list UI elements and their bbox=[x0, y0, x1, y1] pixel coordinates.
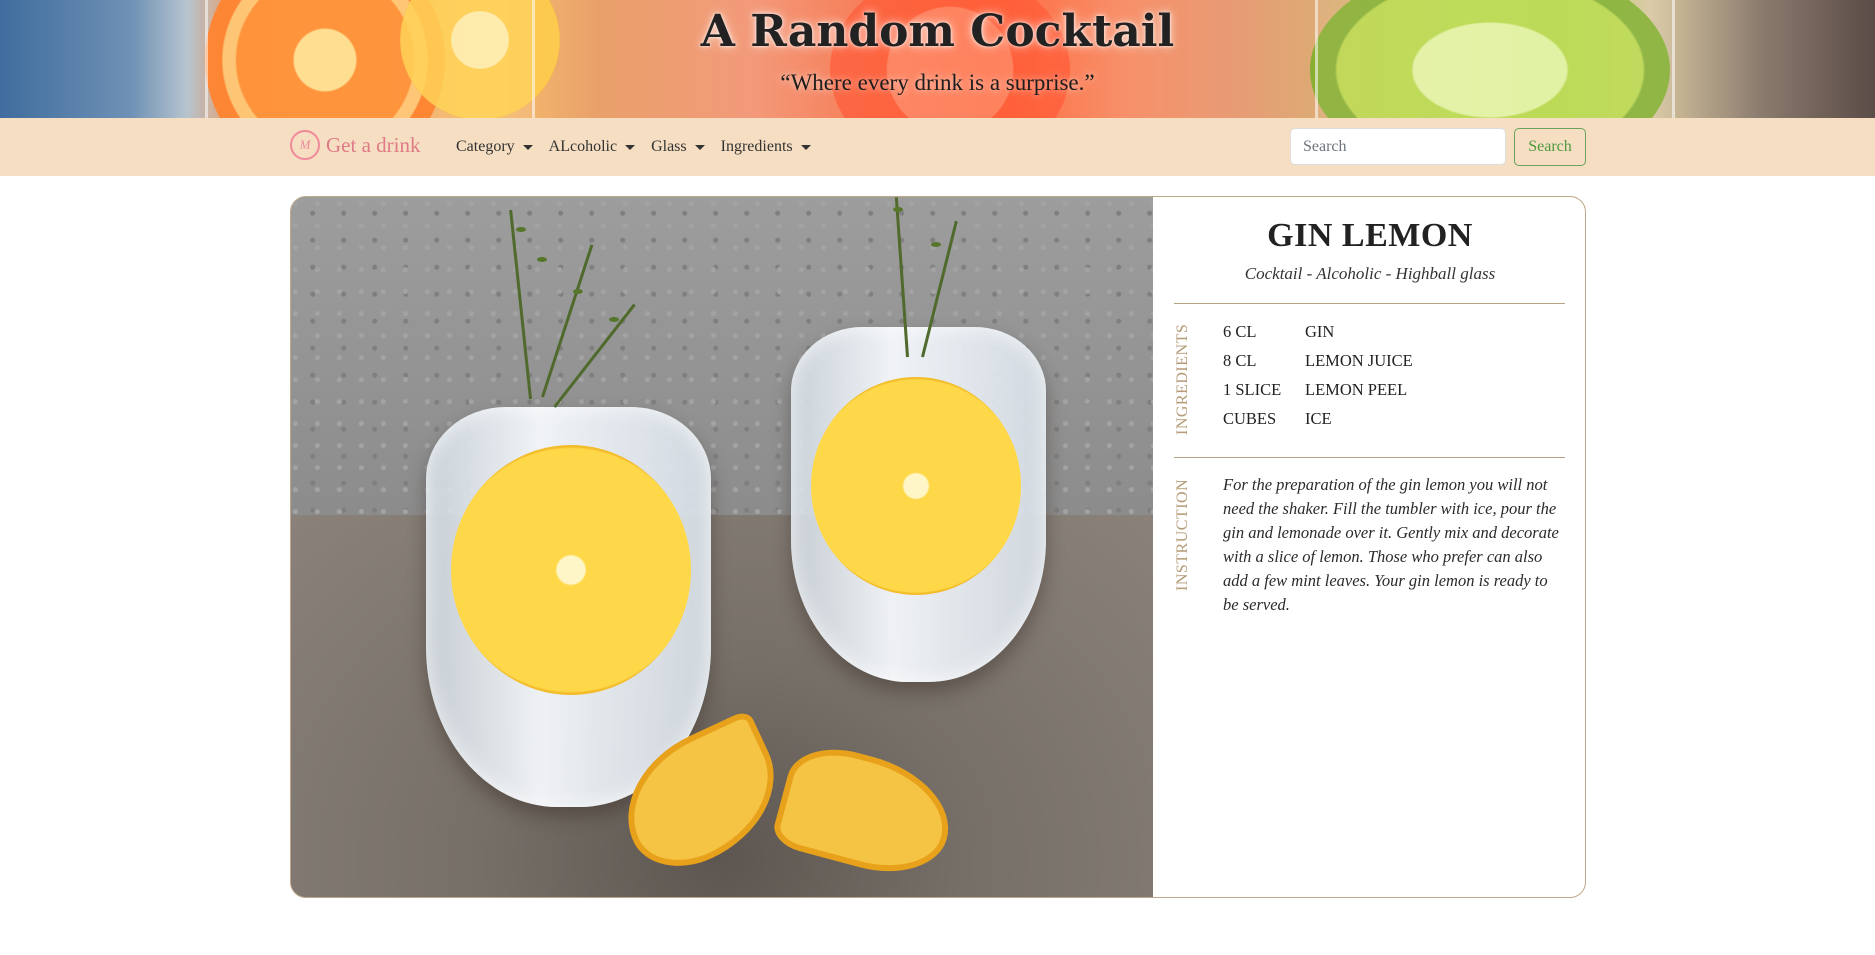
ingredient-quantity: 8 CL bbox=[1223, 350, 1257, 370]
hero-banner: A Random Cocktail “Where every drink is … bbox=[0, 0, 1875, 118]
instruction-label: INSTRUCTION bbox=[1174, 478, 1191, 591]
ingredient-quantity: 1 SLICE bbox=[1223, 379, 1282, 399]
leaf-image bbox=[516, 227, 526, 232]
caret-down-icon bbox=[694, 144, 705, 150]
ingredients-label: INGREDIENTS bbox=[1174, 323, 1191, 435]
leaf-image bbox=[609, 317, 619, 322]
ingredient-name: ICE bbox=[1305, 408, 1332, 428]
ingredient-name: LEMON PEEL bbox=[1305, 379, 1408, 399]
lemon-slice-image bbox=[811, 377, 1021, 595]
navbar: M Get a drink Category ALcoholic Glass I… bbox=[0, 118, 1875, 176]
ingredient-name: GIN bbox=[1305, 321, 1335, 341]
page-title: A Random Cocktail bbox=[700, 6, 1175, 57]
ingredient-row: 8 CL LEMON JUICE bbox=[1223, 346, 1553, 375]
ingredient-row: 1 SLICE LEMON PEEL bbox=[1223, 375, 1553, 404]
search-input[interactable] bbox=[1290, 128, 1506, 165]
instructions-text: For the preparation of the gin lemon you… bbox=[1223, 475, 1559, 614]
drink-meta: Cocktail - Alcoholic - Highball glass bbox=[1244, 264, 1496, 283]
search-button[interactable]: Search bbox=[1514, 128, 1586, 166]
ingredient-row: CUBES ICE bbox=[1223, 404, 1553, 433]
brand-label: Get a drink bbox=[326, 132, 421, 157]
leaf-image bbox=[931, 242, 941, 247]
nav-menu: Category ALcoholic Glass Ingredients bbox=[448, 118, 819, 176]
nav-dropdown-ingredients[interactable]: Ingredients bbox=[713, 138, 819, 156]
leaf-image bbox=[893, 207, 903, 212]
nav-dropdown-label: Category bbox=[456, 138, 515, 155]
drink-card: GIN LEMON Cocktail - Alcoholic - Highbal… bbox=[290, 196, 1586, 898]
nav-dropdown-label: Glass bbox=[651, 138, 687, 155]
nav-dropdown-alcoholic[interactable]: ALcoholic bbox=[541, 138, 643, 156]
drink-details: GIN LEMON Cocktail - Alcoholic - Highbal… bbox=[1153, 197, 1585, 897]
ingredient-row: 6 CL GIN bbox=[1223, 317, 1553, 346]
brand-logo-icon: M bbox=[290, 130, 320, 160]
page-subtitle: “Where every drink is a surprise.” bbox=[780, 70, 1095, 95]
brand-link[interactable]: M Get a drink bbox=[290, 130, 420, 160]
divider bbox=[1174, 457, 1565, 458]
nav-dropdown-label: ALcoholic bbox=[548, 138, 618, 155]
nav-dropdown-category[interactable]: Category bbox=[448, 138, 541, 156]
caret-down-icon bbox=[522, 144, 533, 150]
ingredient-name: LEMON JUICE bbox=[1305, 350, 1413, 370]
caret-down-icon bbox=[625, 144, 636, 150]
ingredients-list: 6 CL GIN 8 CL LEMON JUICE 1 SLICE LEMON … bbox=[1223, 317, 1553, 433]
drink-photo bbox=[291, 197, 1153, 897]
caret-down-icon bbox=[800, 144, 811, 150]
nav-dropdown-label: Ingredients bbox=[720, 138, 793, 155]
nav-dropdown-glass[interactable]: Glass bbox=[643, 138, 713, 156]
ingredient-quantity: CUBES bbox=[1223, 408, 1277, 428]
ingredient-quantity: 6 CL bbox=[1223, 321, 1257, 341]
leaf-image bbox=[537, 257, 547, 262]
divider bbox=[1174, 303, 1565, 304]
drink-name: GIN LEMON bbox=[1267, 217, 1473, 254]
leaf-image bbox=[573, 289, 583, 294]
lemon-slice-image bbox=[451, 445, 691, 695]
